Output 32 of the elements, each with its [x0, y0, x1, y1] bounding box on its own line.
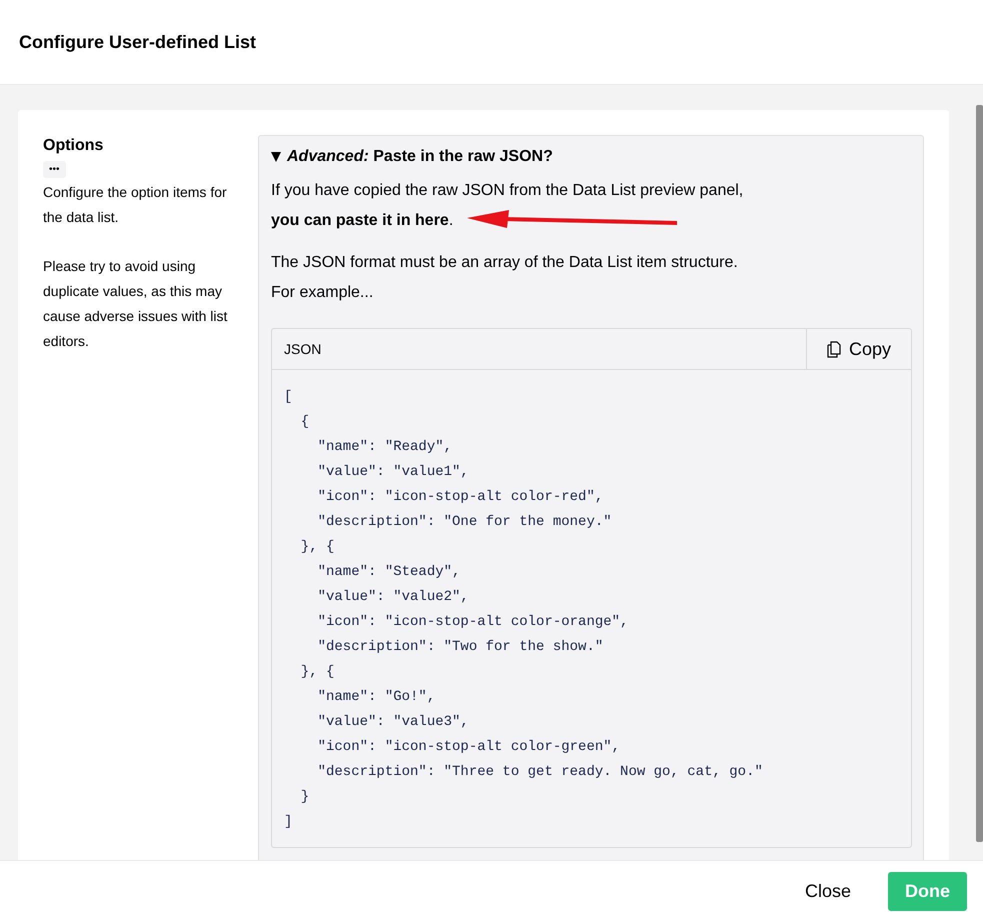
code-line: "description": "One for the money." — [316, 513, 613, 532]
copy-icon — [826, 340, 843, 358]
code-line: "description": "Two for the show." — [316, 638, 604, 657]
dialog-title: Configure User-defined List — [19, 32, 256, 52]
more-button[interactable]: ••• — [43, 161, 66, 178]
code-line: "description": "Three to get ready. Now go, cat, go." — [316, 763, 764, 782]
options-description: Please try to avoid using duplicate values, as this may cause adverse issues with list editors. — [43, 257, 228, 351]
help-paragraph: The JSON format must be an array of the Data List item structure. For example... — [271, 253, 739, 303]
code-line: "name": "Steady", — [316, 563, 462, 582]
options-description: Configure the option items for the data list. — [43, 183, 228, 227]
code-line: "icon": "icon-stop-alt color-green", — [316, 738, 622, 757]
help-text-line: If you have copied the raw JSON from the Data List preview panel, — [271, 181, 744, 201]
code-line: "icon": "icon-stop-alt color-red", — [316, 488, 604, 507]
code-line: }, { — [300, 538, 336, 557]
disclosure-triangle-icon — [271, 152, 281, 162]
code-line: "name": "Go!", — [316, 688, 436, 707]
code-line: ] — [284, 813, 294, 832]
advanced-summary[interactable]: Advanced: Paste in the raw JSON? — [271, 148, 912, 166]
code-line: { — [300, 413, 310, 432]
code-line: "name": "Ready", — [316, 438, 454, 457]
code-line: }, { — [300, 663, 336, 682]
close-button[interactable]: Close — [788, 872, 868, 910]
code-language-label: JSON — [283, 341, 322, 357]
code-line: [ — [284, 388, 294, 407]
options-heading: Options — [43, 137, 104, 155]
code-line: "value": "value1", — [316, 463, 470, 482]
code-line: "value": "value3", — [316, 713, 470, 732]
help-text-line: you can paste it in here. — [271, 211, 454, 231]
code-line: "value": "value2", — [316, 588, 470, 607]
code-line: "icon": "icon-stop-alt color-orange", — [316, 613, 630, 632]
code-line: } — [300, 788, 310, 807]
copy-button[interactable]: Copy — [806, 329, 911, 369]
